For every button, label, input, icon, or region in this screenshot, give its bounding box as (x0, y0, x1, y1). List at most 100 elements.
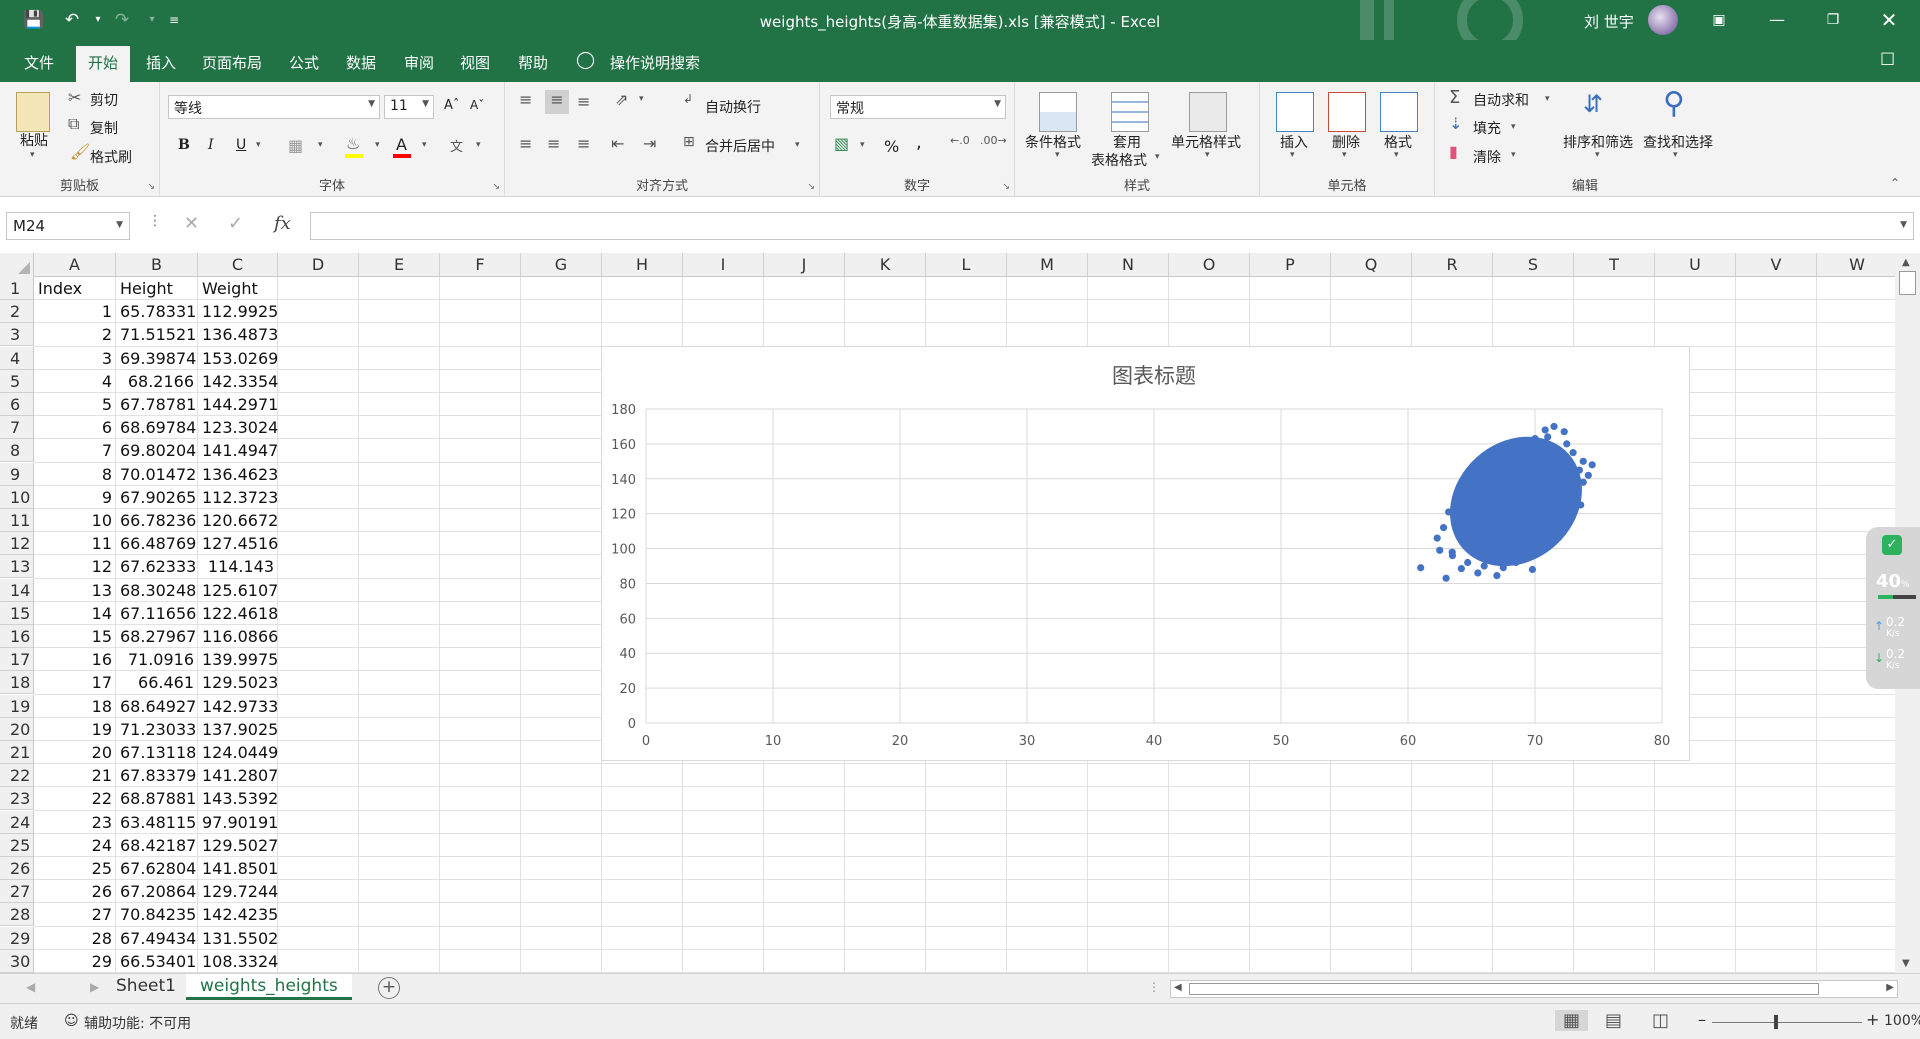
chevron-down-icon[interactable]: ▾ (1205, 150, 1210, 160)
table-cell[interactable]: 66.48769 (116, 532, 198, 555)
table-cell[interactable]: 141.2807 (198, 764, 278, 787)
table-cell[interactable]: 131.5502 (198, 927, 278, 950)
table-cell[interactable]: 112.3723 (198, 486, 278, 509)
format-cells-button[interactable]: 格式 (1384, 132, 1412, 152)
column-header-c[interactable]: C (198, 253, 278, 277)
page-layout-view-icon[interactable]: ▤ (1605, 1010, 1622, 1031)
table-cell[interactable]: 144.2971 (198, 393, 278, 416)
worksheet-grid[interactable]: ABCDEFGHIJKLMNOPQRSTUVW 1 2 3 4 5 6 7 8 9 10 11 12 1… (0, 253, 1895, 973)
table-cell[interactable]: 20 (34, 741, 116, 764)
fill-color-icon[interactable]: ♨ (346, 134, 360, 153)
table-cell[interactable]: 67.90265 (116, 486, 198, 509)
column-header-a[interactable]: A (34, 253, 116, 277)
minimize-button[interactable]: — (1754, 0, 1800, 40)
table-cell[interactable]: 137.9025 (198, 718, 278, 741)
table-cell[interactable]: 67.20864 (116, 880, 198, 903)
table-cell[interactable]: 9 (34, 486, 116, 509)
table-cell[interactable]: 124.0449 (198, 741, 278, 764)
table-cell[interactable]: 67.13118 (116, 741, 198, 764)
column-header-p[interactable]: P (1250, 253, 1331, 277)
align-top-icon[interactable]: ≡ (519, 90, 532, 109)
table-cell[interactable]: 1 (34, 300, 116, 323)
decrease-indent-icon[interactable]: ⇤ (611, 134, 624, 153)
table-cell[interactable]: 129.7244 (198, 880, 278, 903)
row-header[interactable]: 17 (0, 648, 34, 672)
table-cell[interactable]: 19 (34, 718, 116, 741)
delete-cells-button[interactable]: 删除 (1332, 132, 1360, 152)
font-color-icon[interactable]: A (396, 135, 407, 154)
align-bottom-icon[interactable]: ≡ (577, 92, 590, 111)
row-header[interactable]: 11 (0, 509, 34, 532)
borders-icon[interactable]: ▦ (288, 136, 303, 155)
sort-filter-button[interactable]: 排序和筛选 (1563, 132, 1633, 152)
row-header[interactable]: 25 (0, 833, 34, 857)
decrease-font-icon[interactable]: Aˇ (470, 98, 484, 112)
table-cell[interactable]: 108.3324 (198, 950, 278, 973)
align-right-icon[interactable]: ≡ (577, 134, 590, 153)
format-as-table-button[interactable]: 套用 (1113, 132, 1141, 152)
table-cell[interactable]: 5 (34, 393, 116, 416)
table-cell[interactable]: 70.01472 (116, 463, 198, 486)
chevron-down-icon[interactable]: ▾ (1290, 150, 1295, 160)
network-monitor-widget[interactable]: ✓ 40% ↑ 0.2 K/s ↓ 0.2 K/s (1866, 527, 1920, 689)
row-header[interactable]: 24 (0, 810, 34, 834)
row-header[interactable]: 28 (0, 903, 34, 927)
row-header[interactable]: 6 (0, 393, 34, 416)
chevron-down-icon[interactable]: ▾ (639, 94, 644, 104)
scroll-down-icon[interactable]: ▼ (1902, 958, 1910, 969)
table-cell[interactable]: 8 (34, 463, 116, 486)
table-cell[interactable]: 68.64927 (116, 695, 198, 718)
clear-button[interactable]: 清除 (1473, 147, 1501, 167)
bold-button[interactable]: B (178, 137, 190, 153)
header-cell[interactable]: Weight (198, 277, 278, 300)
table-cell[interactable]: 7 (34, 439, 116, 462)
row-header[interactable]: 3 (0, 323, 34, 347)
tab-home[interactable]: 开始 (76, 46, 131, 83)
format-painter-button[interactable]: 格式刷 (90, 147, 132, 167)
table-cell[interactable]: 66.461 (116, 671, 198, 694)
comma-button[interactable]: , (916, 132, 922, 153)
table-cell[interactable]: 66.78236 (116, 509, 198, 532)
table-cell[interactable]: 125.6107 (198, 579, 278, 602)
table-cell[interactable]: 112.9925 (198, 300, 278, 323)
table-cell[interactable]: 142.9733 (198, 695, 278, 718)
table-cell[interactable]: 143.5392 (198, 787, 278, 810)
increase-font-icon[interactable]: Aˆ (444, 98, 459, 113)
formula-input[interactable]: ▼ (310, 212, 1914, 240)
column-header-h[interactable]: H (602, 253, 683, 277)
table-cell[interactable]: 141.4947 (198, 439, 278, 462)
column-header-w[interactable]: W (1817, 253, 1895, 277)
prev-sheet-icon[interactable]: ◀ (26, 980, 35, 994)
row-header[interactable]: 26 (0, 857, 34, 880)
table-cell[interactable]: 2 (34, 323, 116, 346)
table-cell[interactable]: 141.8501 (198, 857, 278, 880)
ribbon-display-options-icon[interactable]: ▣ (1696, 0, 1742, 40)
scroll-right-icon[interactable]: ▶ (1886, 982, 1894, 993)
font-name-select[interactable]: 等线 ▼ (168, 95, 380, 119)
table-cell[interactable]: 127.4516 (198, 532, 278, 555)
tab-insert[interactable]: 插入 (142, 50, 180, 75)
table-cell[interactable]: 122.4618 (198, 602, 278, 625)
paste-button[interactable]: 粘贴 (20, 130, 48, 150)
scroll-left-icon[interactable]: ◀ (1174, 982, 1182, 993)
tab-formulas[interactable]: 公式 (285, 50, 323, 75)
increase-indent-icon[interactable]: ⇥ (643, 134, 656, 153)
table-cell[interactable]: 4 (34, 370, 116, 393)
column-header-e[interactable]: E (359, 253, 440, 277)
zoom-in-icon[interactable]: + (1866, 1010, 1879, 1029)
column-header-u[interactable]: U (1655, 253, 1736, 277)
table-cell[interactable]: 66.53401 (116, 950, 198, 973)
row-header[interactable]: 9 (0, 462, 34, 486)
table-cell[interactable]: 25 (34, 857, 116, 880)
table-cell[interactable]: 69.39874 (116, 347, 198, 370)
row-header[interactable]: 14 (0, 578, 34, 602)
chevron-down-icon[interactable]: ▾ (422, 140, 427, 150)
tab-split-handle[interactable]: ⋮ (1148, 980, 1160, 994)
zoom-out-icon[interactable]: – (1698, 1010, 1706, 1029)
column-header-i[interactable]: I (683, 253, 764, 277)
row-header[interactable]: 8 (0, 439, 34, 463)
chart-title[interactable]: 图表标题 (1112, 364, 1196, 388)
row-header[interactable]: 16 (0, 625, 34, 648)
insert-function-button[interactable]: fx (274, 213, 291, 234)
chevron-down-icon[interactable]: ▾ (1155, 152, 1160, 162)
